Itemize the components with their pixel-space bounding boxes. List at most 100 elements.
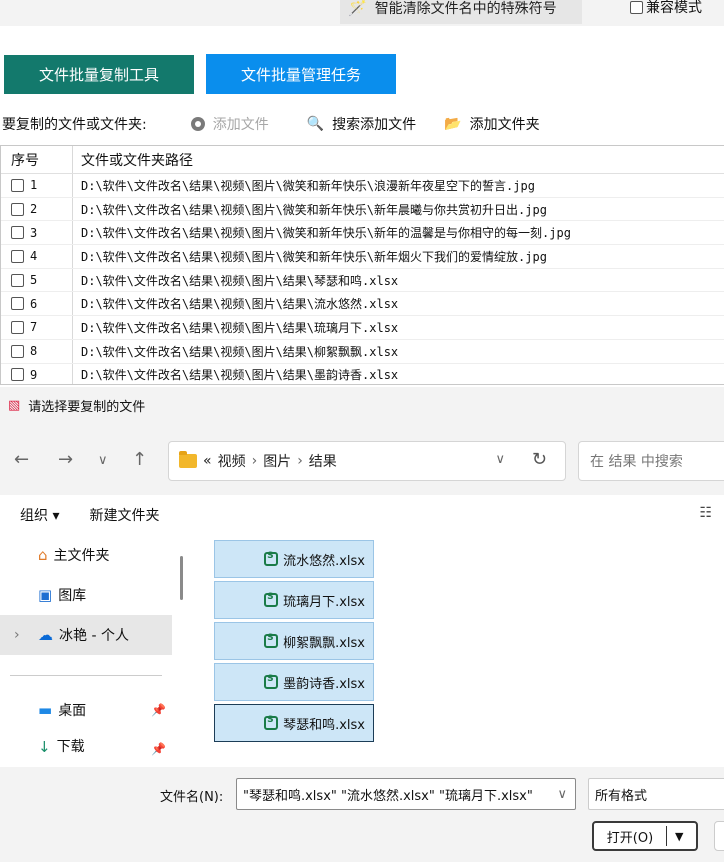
divider [10,675,162,676]
spreadsheet-icon [264,674,279,689]
row-checkbox[interactable] [11,344,24,358]
table-row[interactable]: 8 D:\软件\文件改名\结果\视频\图片\结果\柳絮飘飘.xlsx [1,339,724,364]
search-add-button[interactable]: 🔍 搜索添加文件 [307,114,416,134]
col-index-header[interactable]: 序号 [1,146,73,173]
nav-bar: ← → ∨ ↑ « 视频 › 图片 › 结果 ∨ ↻ 在 结果 中搜索 [0,423,724,495]
search-input[interactable]: 在 结果 中搜索 [578,441,724,481]
tab-manage-task[interactable]: 文件批量管理任务 [206,54,396,94]
breadcrumb-item[interactable]: 结果 [309,451,337,471]
add-folder-button[interactable]: 📂 添加文件夹 [444,114,539,134]
file-name: 琉璃月下.xlsx [283,594,365,610]
up-arrow-icon[interactable]: ↑ [132,449,147,470]
file-item[interactable]: 琴瑟和鸣.xlsx [214,704,374,742]
row-checkbox[interactable] [11,178,24,192]
nav-pane-scrollbar[interactable] [180,556,183,600]
pin-icon[interactable]: 📌 [151,742,166,756]
gallery-icon: ▣ [38,586,53,604]
row-index-cell: 8 [1,339,73,363]
organize-menu[interactable]: 组织 ▾ [20,505,59,525]
sidebar-item-label: 桌面 [58,703,87,719]
file-item[interactable]: 墨韵诗香.xlsx [214,663,374,701]
row-index-cell: 9 [1,363,73,384]
table-row[interactable]: 4 D:\软件\文件改名\结果\视频\图片\微笑和新年快乐\新年烟火下我们的爱情绽… [1,245,724,269]
row-number: 3 [30,225,38,240]
add-file-button[interactable]: 添加文件 [190,114,269,134]
file-name: 流水悠然.xlsx [283,553,365,569]
row-checkbox[interactable] [11,297,24,311]
chevron-right-icon: › [251,453,258,469]
row-index-cell: 2 [1,197,73,221]
recent-chevron-icon[interactable]: ∨ [98,453,108,468]
search-add-label: 搜索添加文件 [332,117,417,133]
table-row[interactable]: 1 D:\软件\文件改名\结果\视频\图片\微笑和新年快乐\浪漫新年夜星空下的誓言… [1,174,724,198]
cancel-button[interactable] [714,821,724,851]
table-row[interactable]: 6 D:\软件\文件改名\结果\视频\图片\结果\流水悠然.xlsx [1,292,724,317]
file-name: 柳絮飘飘.xlsx [283,635,365,651]
row-number: 7 [30,320,38,335]
row-checkbox[interactable] [11,368,24,382]
spreadsheet-icon [264,592,279,607]
breadcrumb-item[interactable]: 图片 [263,451,291,471]
open-button[interactable]: 打开(O) ▼ [592,821,698,851]
address-bar[interactable]: « 视频 › 图片 › 结果 ∨ ↻ [168,441,566,481]
new-folder-button[interactable]: 新建文件夹 [89,505,159,525]
compat-checkbox[interactable]: 兼容模式 [630,0,702,20]
sidebar-item-desktop[interactable]: ▬ 桌面 📌 [0,690,172,730]
smart-clean-label: 智能清除文件名中的特殊符号 [374,1,557,17]
chevron-down-icon[interactable]: ∨ [495,452,505,467]
chevron-down-icon[interactable]: ▼ [675,830,683,843]
spreadsheet-icon [264,633,279,648]
add-file-icon [190,117,205,131]
row-index-cell: 5 [1,268,73,292]
table-row[interactable]: 2 D:\软件\文件改名\结果\视频\图片\微笑和新年快乐\新年晨曦与你共赏初升日… [1,197,724,222]
refresh-icon[interactable]: ↻ [532,449,547,470]
open-file-dialog: ▧ 请选择要复制的文件 ← → ∨ ↑ « 视频 › 图片 › 结果 ∨ ↻ 在… [0,387,724,862]
chevron-down-icon[interactable]: ∨ [557,787,567,802]
smart-clean-button[interactable]: 🪄 智能清除文件名中的特殊符号 [340,0,582,24]
row-checkbox[interactable] [11,273,24,287]
view-options-icon[interactable]: ☷ [699,505,712,521]
row-number: 8 [30,344,38,359]
app-icon: ▧ [8,397,21,413]
file-item[interactable]: 琉璃月下.xlsx [214,581,374,619]
add-file-label: 添加文件 [212,117,269,133]
open-label: 打开(O) [606,830,654,846]
sidebar-item-onedrive[interactable]: › ☁ 冰艳 - 个人 [0,615,172,655]
row-path: D:\软件\文件改名\结果\视频\图片\结果\流水悠然.xlsx [81,297,399,312]
col-path-header[interactable]: 文件或文件夹路径 [73,146,724,173]
forward-arrow-icon[interactable]: → [58,449,73,470]
dialog-titlebar: ▧ 请选择要复制的文件 [0,387,724,423]
sidebar-item-gallery[interactable]: ▣ 图库 [0,575,172,615]
back-arrow-icon[interactable]: ← [14,449,29,470]
filename-field[interactable]: "琴瑟和鸣.xlsx" "流水悠然.xlsx" "琉璃月下.xlsx" ∨ [236,778,576,810]
breadcrumb-item[interactable]: 视频 [218,451,246,471]
row-path: D:\软件\文件改名\结果\视频\图片\微笑和新年快乐\浪漫新年夜星空下的誓言.… [81,178,535,193]
dialog-title: 请选择要复制的文件 [28,399,146,415]
sidebar-item-downloads[interactable]: ↓ 下载 📌 [0,730,172,756]
table-row[interactable]: 5 D:\软件\文件改名\结果\视频\图片\结果\琴瑟和鸣.xlsx [1,268,724,293]
row-checkbox[interactable] [11,226,24,240]
copy-source-label: 要复制的文件或文件夹: [2,117,147,133]
chevron-right-icon[interactable]: › [14,627,20,643]
row-checkbox[interactable] [11,249,24,263]
file-item[interactable]: 柳絮飘飘.xlsx [214,622,374,660]
filename-value: "琴瑟和鸣.xlsx" "流水悠然.xlsx" "琉璃月下.xlsx" [243,788,533,804]
table-row[interactable]: 9 D:\软件\文件改名\结果\视频\图片\结果\墨韵诗香.xlsx [1,363,724,384]
file-type-select[interactable]: 所有格式 [588,778,724,810]
row-index-cell: 1 [1,174,73,197]
table-row[interactable]: 3 D:\软件\文件改名\结果\视频\图片\微笑和新年快乐\新年的温馨是与你相守的… [1,221,724,246]
table-header: 序号 文件或文件夹路径 [1,146,724,174]
file-name: 墨韵诗香.xlsx [283,676,365,692]
checkbox-box[interactable] [630,0,643,14]
file-item[interactable]: 流水悠然.xlsx [214,540,374,578]
spreadsheet-icon [264,551,279,566]
table-row[interactable]: 7 D:\软件\文件改名\结果\视频\图片\结果\琉璃月下.xlsx [1,316,724,340]
sidebar-item-home[interactable]: ⌂ 主文件夹 [0,535,172,575]
row-checkbox[interactable] [11,202,24,216]
row-checkbox[interactable] [11,320,24,334]
pin-icon[interactable]: 📌 [151,703,166,717]
tab-copy-tool[interactable]: 文件批量复制工具 [4,55,194,94]
row-number: 4 [30,249,38,264]
row-number: 9 [30,367,38,382]
sidebar-item-label: 图库 [58,588,87,604]
